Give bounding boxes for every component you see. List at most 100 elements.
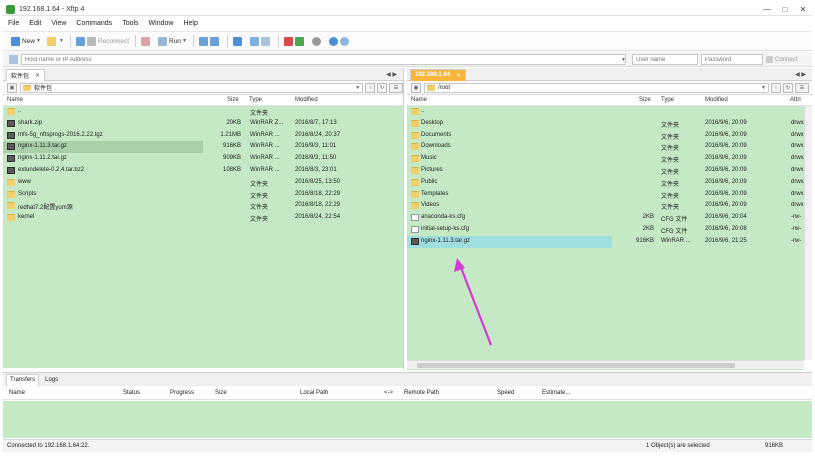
- file-row[interactable]: Scripts 文件夹 2016/8/18, 22:29: [3, 189, 403, 201]
- cell-type: 文件夹: [661, 146, 680, 153]
- file-row[interactable]: Downloads 文件夹 2016/9/6, 20:09 drwx: [407, 141, 804, 153]
- col-direction[interactable]: <->: [384, 390, 393, 396]
- open-folder-button[interactable]: ▼: [46, 36, 64, 46]
- col-attributes[interactable]: Attri: [790, 97, 801, 103]
- local-path-input[interactable]: 软件包 ▼: [19, 82, 364, 93]
- close-tab-icon[interactable]: ✕: [35, 72, 40, 79]
- file-row[interactable]: mfs-5g_nftsprogs-2016.2.22.tgz 1.21MB WinR…: [3, 130, 403, 142]
- local-options-icon[interactable]: ☰: [389, 82, 403, 93]
- col-name[interactable]: Name: [411, 97, 427, 103]
- col-progress[interactable]: Progress: [170, 390, 194, 396]
- help-button[interactable]: [328, 36, 351, 46]
- remote-options-icon[interactable]: ☰: [795, 82, 809, 93]
- col-status[interactable]: Status: [123, 390, 140, 396]
- file-row[interactable]: nginx-1.11.3.tar.gz 916KB WinRAR ... 2016/9…: [3, 141, 403, 154]
- back-button[interactable]: [198, 36, 221, 46]
- scrollbar-thumb[interactable]: [417, 363, 735, 368]
- reconnect-label: Reconnect: [97, 37, 129, 45]
- tab-local[interactable]: 软件包 ✕: [6, 68, 46, 81]
- close-button[interactable]: ✕: [794, 5, 812, 14]
- remote-up-folder-icon[interactable]: ↑: [771, 82, 781, 93]
- menu-file[interactable]: File: [3, 20, 24, 27]
- xftp-app-icon: [6, 4, 15, 14]
- local-refresh-icon[interactable]: ↻: [377, 82, 388, 93]
- cell-modified: 2016/9/6, 20:09: [705, 166, 747, 173]
- remote-view-icon[interactable]: ▣: [411, 82, 421, 93]
- col-estimate[interactable]: Estimate...: [542, 390, 570, 396]
- menu-window[interactable]: Window: [144, 20, 179, 27]
- properties-button[interactable]: [141, 36, 152, 46]
- settings-button[interactable]: [311, 36, 323, 46]
- remote-path-input[interactable]: /root ▼: [424, 82, 769, 93]
- unlink-icon: [86, 36, 96, 46]
- file-row[interactable]: Desktop 文件夹 2016/9/6, 20:09 drwx: [407, 118, 804, 130]
- menu-help[interactable]: Help: [178, 20, 202, 27]
- menu-commands[interactable]: Commands: [71, 20, 117, 27]
- file-row[interactable]: .. 文件夹: [3, 106, 403, 118]
- local-path-text: 软件包: [33, 86, 52, 92]
- remote-horizontal-scrollbar[interactable]: [407, 360, 804, 369]
- menu-edit[interactable]: Edit: [24, 20, 46, 27]
- file-row[interactable]: initial-setup-ks.cfg 2KB CFG 文件 2016/9/6, 2…: [407, 224, 804, 236]
- file-row[interactable]: anaconda-ks.cfg 2KB CFG 文件 2016/9/6, 20:04 -…: [407, 212, 804, 224]
- menu-tools[interactable]: Tools: [117, 20, 143, 27]
- col-remote-path[interactable]: Remote Path: [404, 390, 439, 396]
- new-button[interactable]: New ▼: [11, 36, 41, 46]
- col-size[interactable]: Size: [639, 97, 651, 103]
- file-row[interactable]: shark.zip 20KB WinRAR Z... 2016/8/7, 17:13: [3, 118, 403, 130]
- menu-view[interactable]: View: [46, 20, 71, 27]
- password-input[interactable]: [701, 54, 763, 65]
- cell-modified: 2016/8/24, 22:54: [295, 214, 341, 221]
- remote-vertical-scrollbar[interactable]: [804, 106, 812, 360]
- cell-modified: 2016/9/6, 20:09: [705, 131, 747, 138]
- file-row[interactable]: redhat7.2配置yum源 文件夹 2016/8/18, 22:29: [3, 200, 403, 212]
- file-row[interactable]: Templates 文件夹 2016/9/6, 20:09 drwx: [407, 189, 804, 201]
- tab-remote[interactable]: 192.168.1.64 ✕: [410, 68, 467, 81]
- col-name[interactable]: Name: [9, 390, 25, 396]
- transfer-button[interactable]: [283, 36, 306, 46]
- file-row[interactable]: Public 文件夹 2016/9/6, 20:09 drwx: [407, 177, 804, 189]
- reconnect-button[interactable]: Reconnect: [75, 36, 129, 46]
- col-name[interactable]: Name: [7, 97, 23, 103]
- file-row[interactable]: Pictures 文件夹 2016/9/6, 20:09 drwx: [407, 165, 804, 177]
- tab-nav-arrows-icon[interactable]: ◀ ▶: [386, 71, 397, 78]
- col-local-path[interactable]: Local Path: [300, 390, 328, 396]
- col-speed[interactable]: Speed: [497, 390, 514, 396]
- connect-button[interactable]: Connect: [766, 54, 797, 65]
- col-modified[interactable]: Modified: [295, 97, 318, 103]
- file-row[interactable]: nginx-1.11.3.tar.gz 916KB WinRAR ... 2016/9…: [407, 235, 804, 248]
- tab-nav-arrows-icon[interactable]: ◀ ▶: [795, 71, 806, 78]
- host-input[interactable]: [21, 54, 626, 65]
- user-name-input[interactable]: [632, 54, 698, 65]
- close-tab-icon[interactable]: ✕: [456, 72, 461, 79]
- minimize-button[interactable]: —: [758, 5, 776, 14]
- col-type[interactable]: Type: [661, 97, 674, 103]
- col-size[interactable]: Size: [227, 97, 239, 103]
- tab-transfers[interactable]: Transfers: [6, 373, 40, 386]
- tab-logs[interactable]: Logs: [42, 374, 61, 386]
- file-row[interactable]: kernel 文件夹 2016/8/24, 22:54: [3, 212, 403, 224]
- col-size[interactable]: Size: [215, 390, 227, 396]
- folder-icon: [7, 202, 15, 210]
- file-row[interactable]: www 文件夹 2016/8/25, 13:50: [3, 177, 403, 189]
- refresh-button[interactable]: [232, 36, 244, 46]
- col-type[interactable]: Type: [249, 97, 262, 103]
- file-row[interactable]: nginx-1.11.2.tar.gz 909KB WinRAR ... 2016/9…: [3, 153, 403, 165]
- host-dropdown-chevron-icon[interactable]: ▼: [621, 57, 626, 63]
- archive-icon: [7, 119, 15, 127]
- col-modified[interactable]: Modified: [705, 97, 728, 103]
- local-up-folder-icon[interactable]: ↑: [365, 82, 376, 93]
- remote-refresh-icon[interactable]: ↻: [783, 82, 793, 93]
- cell-type: 文件夹: [250, 217, 269, 224]
- file-row[interactable]: Videos 文件夹 2016/9/6, 20:09 drwx: [407, 200, 804, 212]
- file-row[interactable]: ..: [407, 106, 804, 118]
- file-row[interactable]: Music 文件夹 2016/9/6, 20:09 drwx: [407, 153, 804, 165]
- local-view-icon[interactable]: ▣: [7, 82, 17, 93]
- maximize-button[interactable]: □: [776, 5, 794, 14]
- path-dropdown-chevron-icon: ▼: [761, 84, 766, 91]
- sync-button[interactable]: [249, 36, 272, 46]
- cell-type: CFG 文件: [661, 228, 688, 235]
- run-button[interactable]: Run ▼: [158, 36, 187, 46]
- file-row[interactable]: Documents 文件夹 2016/9/6, 20:09 drwx: [407, 130, 804, 142]
- file-row[interactable]: extundelete-0.2.4.tar.bz2 108KB WinRAR ...…: [3, 165, 403, 177]
